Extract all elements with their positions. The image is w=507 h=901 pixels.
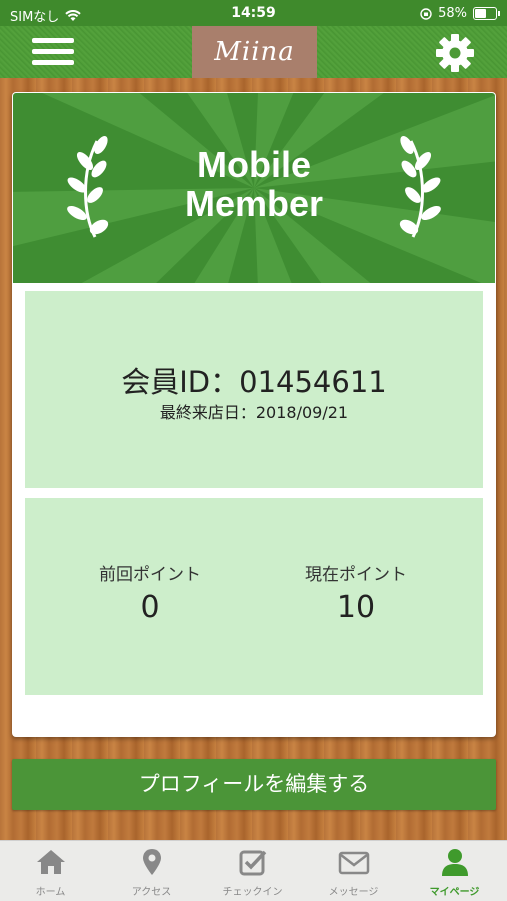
tab-access[interactable]: アクセス bbox=[101, 841, 202, 901]
member-info-panel: 会員ID：01454611 最終来店日：2018/09/21 bbox=[25, 291, 483, 488]
tab-checkin[interactable]: チェックイン bbox=[202, 841, 303, 901]
tab-message[interactable]: メッセージ bbox=[303, 841, 404, 901]
member-card: Mobile Member 会員ID：01454611 最終来店日：2018/0… bbox=[12, 92, 496, 737]
battery-percent: 58% bbox=[438, 6, 467, 21]
current-points-value: 10 bbox=[336, 590, 376, 625]
gear-icon bbox=[436, 34, 474, 72]
orientation-lock-icon bbox=[420, 7, 432, 20]
menu-icon bbox=[32, 38, 74, 43]
edit-profile-button[interactable]: プロフィールを編集する bbox=[12, 759, 496, 810]
previous-points-label: 前回ポイント bbox=[99, 565, 201, 585]
envelope-icon bbox=[338, 851, 370, 875]
status-bar: SIMなし 14:59 58% bbox=[0, 0, 507, 26]
app-header: Miina bbox=[0, 26, 507, 78]
member-id: 会員ID：01454611 bbox=[121, 365, 387, 399]
hamburger-menu-button[interactable] bbox=[32, 36, 74, 68]
home-icon bbox=[37, 850, 65, 874]
user-icon bbox=[442, 849, 468, 876]
banner-title: Mobile Member bbox=[184, 144, 324, 224]
mobile-member-banner: Mobile Member bbox=[13, 93, 495, 283]
battery-icon bbox=[473, 7, 500, 20]
previous-points-value: 0 bbox=[140, 590, 160, 625]
checkin-icon bbox=[239, 850, 267, 876]
points-panel: 前回ポイント 0 現在ポイント 10 bbox=[25, 498, 483, 695]
tab-mypage[interactable]: マイページ bbox=[404, 841, 505, 901]
bottom-tab-bar: ホーム アクセス チェックイン メッセージ マイページ bbox=[0, 840, 507, 901]
map-pin-icon bbox=[143, 849, 161, 875]
current-points-label: 現在ポイント bbox=[305, 565, 407, 585]
settings-button[interactable] bbox=[434, 32, 476, 74]
last-visit-date: 最終来店日：2018/09/21 bbox=[159, 403, 349, 422]
app-logo: Miina bbox=[192, 26, 317, 78]
tab-home[interactable]: ホーム bbox=[0, 841, 101, 901]
